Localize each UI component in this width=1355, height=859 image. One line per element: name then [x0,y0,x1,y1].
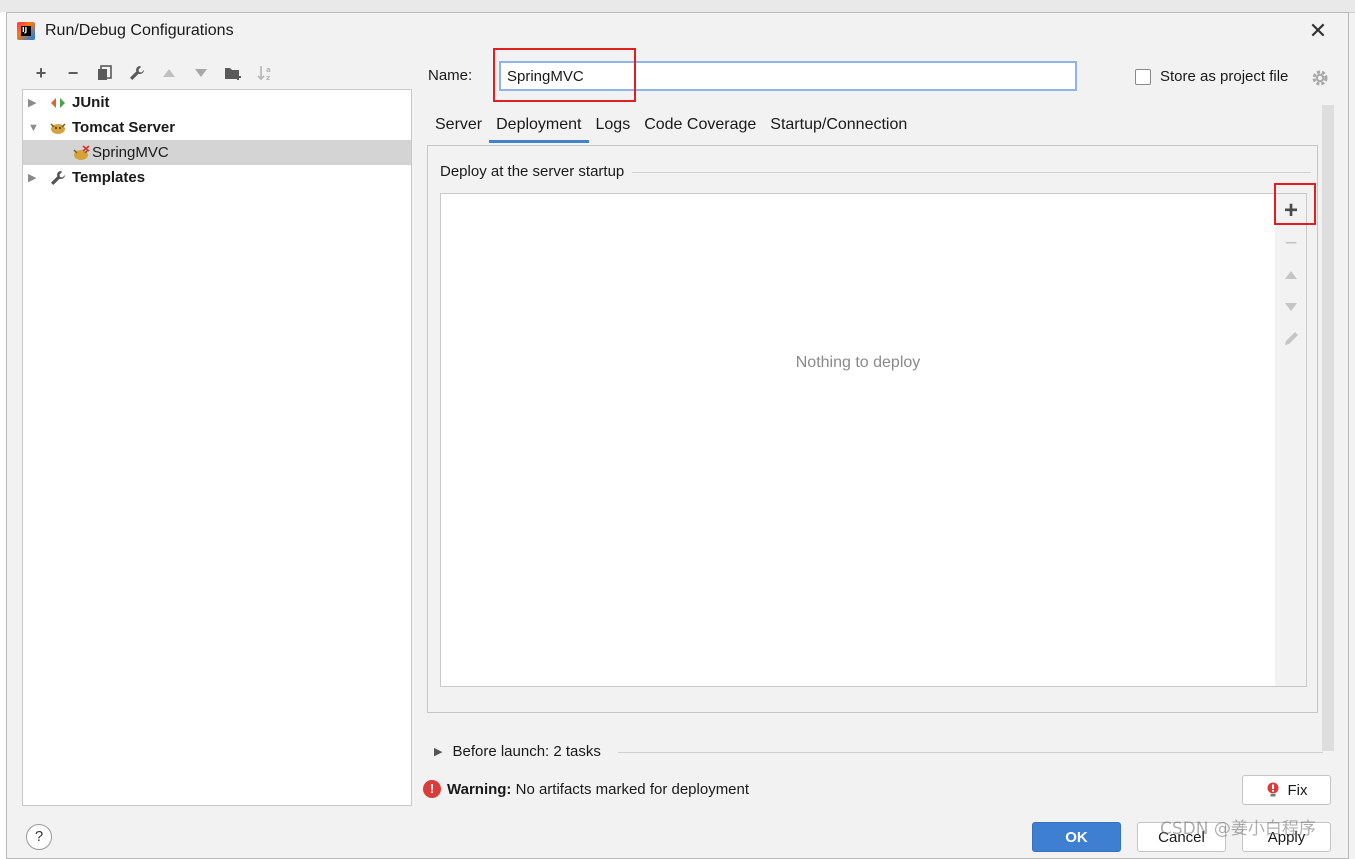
edit-artifact-button[interactable] [1275,324,1307,354]
collapse-arrow-icon[interactable]: ▼ [28,122,39,134]
arrow-up-icon [163,69,175,77]
copy-configuration-button[interactable] [89,61,121,85]
expand-arrow-icon[interactable]: ▶ [28,96,36,109]
remove-configuration-button[interactable]: − [57,61,89,85]
tree-item-springmvc[interactable]: SpringMVC [23,140,411,165]
move-up-button[interactable] [153,61,185,85]
wrench-icon [130,66,144,80]
tomcat-icon [49,119,67,137]
move-down-artifact-button[interactable] [1275,292,1307,322]
warning-message: Warning: No artifacts marked for deploym… [447,781,749,798]
tab-server[interactable]: Server [428,113,489,143]
arrow-up-icon [1285,271,1297,279]
sort-alpha-icon: a z [257,66,271,82]
move-down-button[interactable] [185,61,217,85]
store-as-project-file-label: Store as project file [1160,68,1289,85]
name-label: Name: [428,67,473,84]
svg-text:z: z [266,74,270,82]
minus-icon: − [67,62,79,83]
tree-item-templates[interactable]: ▶ Templates [23,165,411,190]
tree-item-junit[interactable]: ▶ JUnit [23,90,411,115]
junit-icon [49,94,67,112]
svg-text:a: a [266,66,271,74]
before-launch-divider [618,752,1323,753]
warning-text: No artifacts marked for deployment [511,781,750,798]
watermark: CSDN @姜小白程序 [1160,819,1316,839]
error-icon: ! [423,780,441,798]
config-tabs: Server Deployment Logs Code Coverage Sta… [428,113,914,145]
arrow-down-icon [1285,303,1297,311]
move-up-artifact-button[interactable] [1275,260,1307,290]
tab-code-coverage[interactable]: Code Coverage [637,113,763,143]
plus-icon: + [1283,197,1298,224]
fix-label: Fix [1287,781,1308,799]
pencil-icon [1285,332,1298,345]
configuration-name-input[interactable] [499,61,1077,91]
error-bulb-icon [1267,782,1278,797]
tree-item-label: JUnit [72,94,110,111]
title-bar: IJ Run/Debug Configurations ✕ [7,13,1348,51]
wrench-icon [49,169,67,187]
copy-icon [98,65,112,80]
expand-arrow-icon: ▶ [434,746,443,758]
intellij-logo-icon: IJ [17,22,35,40]
close-button[interactable]: ✕ [1306,19,1330,43]
before-launch-label: Before launch: 2 tasks [452,743,601,760]
add-artifact-button[interactable]: + [1275,196,1307,226]
store-as-project-file-checkbox[interactable] [1135,69,1151,85]
before-launch-section[interactable]: ▶ Before launch: 2 tasks [434,743,601,760]
remove-artifact-button[interactable]: − [1275,228,1307,258]
ok-button[interactable]: OK [1032,822,1121,852]
gear-icon[interactable] [1310,68,1330,88]
tree-item-label: SpringMVC [92,144,169,161]
empty-state-text: Nothing to deploy [795,354,921,371]
fix-button[interactable]: Fix [1242,775,1331,805]
tomcat-config-icon [72,144,90,162]
add-configuration-button[interactable]: + [25,61,57,85]
plus-icon: + [35,62,47,83]
dialog-title: Run/Debug Configurations [45,22,234,39]
new-folder-button[interactable] [217,61,249,85]
sort-button[interactable]: a z [249,61,281,85]
configurations-toolbar: + − a z [25,61,281,85]
minus-icon: − [1284,230,1298,255]
tree-item-tomcat-server[interactable]: ▼ Tomcat Server [23,115,411,140]
tab-deployment[interactable]: Deployment [489,113,589,143]
edit-defaults-button[interactable] [121,61,153,85]
run-debug-dialog: IJ Run/Debug Configurations ✕ + − a z ▶ … [6,12,1349,859]
tree-item-label: Templates [72,169,146,186]
tab-logs[interactable]: Logs [589,113,638,143]
expand-arrow-icon[interactable]: ▶ [28,171,36,184]
deploy-list-toolbar: + − [1275,193,1307,687]
tree-item-label: Tomcat Server [72,119,176,136]
deployment-panel: Deploy at the server startup Nothing to … [427,145,1318,713]
arrow-down-icon [195,69,207,77]
warning-title: Warning: [447,781,512,798]
deploy-list[interactable]: Nothing to deploy [440,193,1276,687]
folder-plus-icon [225,68,241,80]
configurations-tree: ▶ JUnit ▼ Tomcat Server SpringMVC ▶ Temp… [22,89,412,806]
tab-startup-connection[interactable]: Startup/Connection [763,113,914,143]
help-button[interactable]: ? [26,824,52,850]
section-title: Deploy at the server startup [440,163,633,180]
vertical-scrollbar[interactable] [1322,105,1334,751]
